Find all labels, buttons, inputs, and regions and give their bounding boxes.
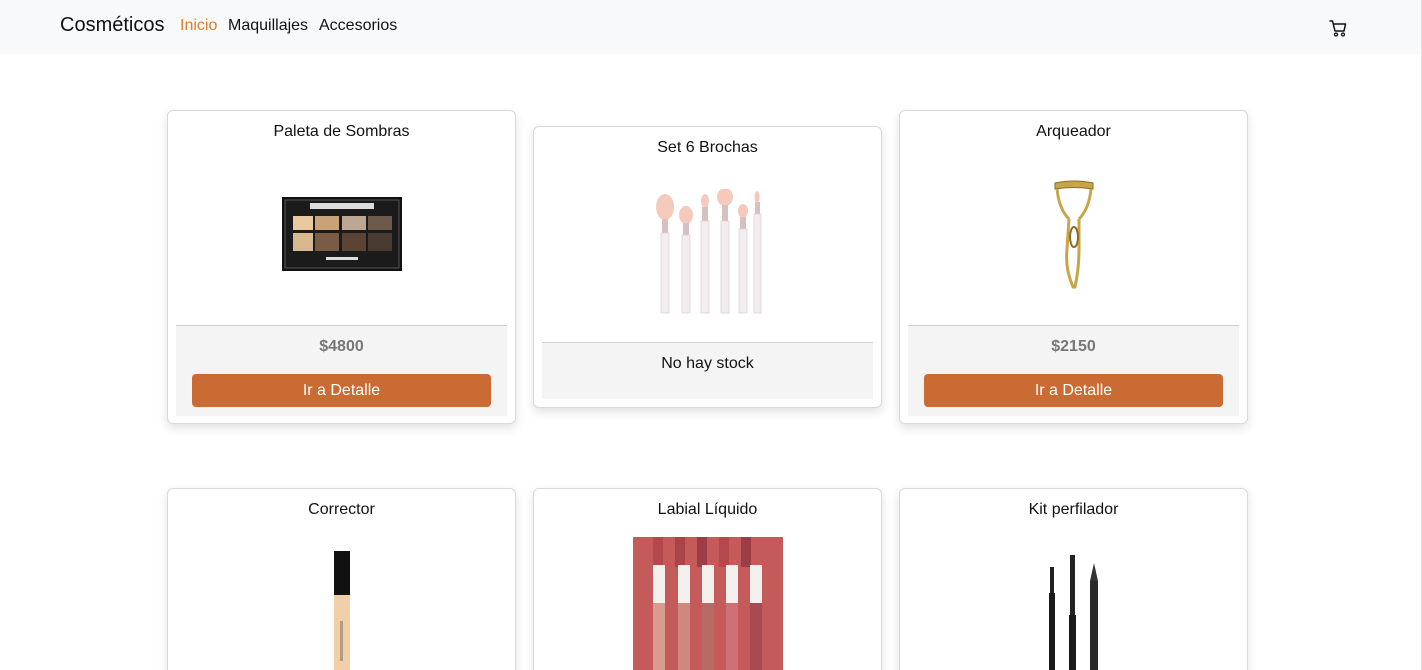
nav-link-inicio[interactable]: Inicio: [180, 17, 217, 35]
detail-button[interactable]: Ir a Detalle: [924, 374, 1223, 407]
product-price: $2150: [1051, 338, 1096, 355]
product-card: Arqueador $2150 Ir a Detalle: [899, 110, 1248, 424]
brow-kit-image: [1044, 553, 1104, 670]
product-price: $4800: [319, 338, 364, 355]
eyelash-curler-image: [1049, 179, 1099, 291]
liquid-lipsticks-image: [632, 537, 783, 670]
concealer-image: [332, 551, 352, 670]
brand-logo[interactable]: Cosméticos: [60, 14, 164, 37]
stock-status: No hay stock: [661, 355, 754, 372]
product-card: Set 6 Brochas No hay stock: [533, 126, 882, 408]
detail-button[interactable]: Ir a Detalle: [192, 374, 491, 407]
card-footer: $2150 Ir a Detalle: [908, 325, 1239, 416]
eyeshadow-palette-image: [281, 197, 402, 271]
product-title: Labial Líquido: [657, 501, 758, 518]
product-card: Labial Líquido: [533, 488, 882, 670]
product-title: Corrector: [308, 501, 375, 518]
navbar: Cosméticos Inicio Maquillajes Accesorios: [0, 0, 1421, 54]
card-footer: $4800 Ir a Detalle: [176, 325, 507, 416]
card-footer: No hay stock: [542, 342, 873, 399]
product-title: Paleta de Sombras: [273, 123, 410, 140]
nav-link-accesorios[interactable]: Accesorios: [319, 17, 397, 35]
brush-set-image: [653, 188, 763, 315]
nav-link-maquillajes[interactable]: Maquillajes: [228, 17, 308, 35]
product-title: Arqueador: [1036, 123, 1111, 140]
product-card: Paleta de Sombras $4800 Ir a Detalle: [167, 110, 516, 424]
cart-icon[interactable]: [1328, 18, 1348, 38]
product-card: Kit perfilador: [899, 488, 1248, 670]
product-title: Kit perfilador: [1028, 501, 1119, 518]
product-card: Corrector: [167, 488, 516, 670]
product-title: Set 6 Brochas: [657, 139, 758, 156]
